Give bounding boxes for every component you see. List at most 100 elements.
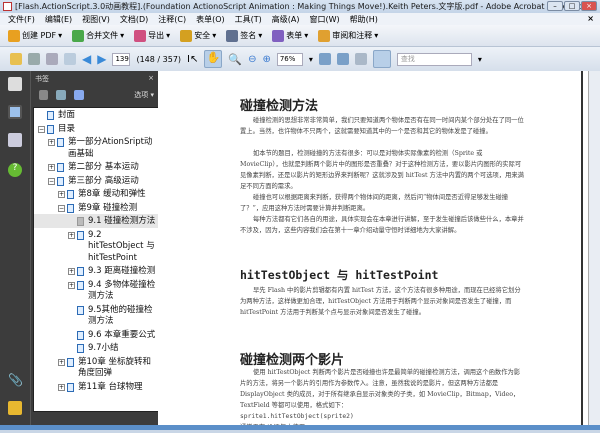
minimize-button[interactable]: – <box>547 1 563 11</box>
document-scrollbar[interactable] <box>588 71 600 425</box>
bookmark-icon <box>47 124 54 134</box>
bookmark-item[interactable]: +9.2 hitTestObject 与 hitTestPoint <box>34 228 168 265</box>
bookmark-item[interactable]: 9.5其他的碰撞检测方法 <box>34 303 168 328</box>
dropdown-icon: ▾ <box>304 31 309 40</box>
continuous-view-icon[interactable] <box>354 53 367 65</box>
find-input[interactable]: 查找 <box>396 52 472 66</box>
menu-item[interactable]: 高级(A) <box>272 14 300 25</box>
expand-toggle[interactable]: + <box>58 191 65 198</box>
find-dropdown-icon[interactable]: ▾ <box>478 55 482 64</box>
previous-page-button[interactable]: ◀ <box>82 52 91 66</box>
bookmark-icon <box>77 217 84 226</box>
expand-toggle[interactable]: + <box>58 358 65 366</box>
toolbar-button[interactable]: 合并文件 ▾ <box>72 29 124 42</box>
signatures-icon[interactable] <box>8 133 22 147</box>
expand-bookmark-icon[interactable] <box>74 90 84 100</box>
dropdown-icon: ▾ <box>212 31 217 40</box>
expand-toggle[interactable]: + <box>48 164 55 171</box>
menu-item[interactable]: 窗口(W) <box>310 14 340 25</box>
bookmark-item[interactable]: +9.3 距离碰撞检测 <box>34 264 168 278</box>
panel-close-button[interactable]: × <box>148 74 154 82</box>
delete-bookmark-icon[interactable] <box>39 90 48 100</box>
save-icon[interactable] <box>46 53 58 65</box>
toolbar-button-label: 导出 <box>148 31 165 40</box>
maximize-button[interactable]: □ <box>564 1 580 11</box>
select-tool-icon[interactable]: I↖ <box>187 54 198 65</box>
new-bookmark-icon[interactable] <box>56 90 66 100</box>
zoom-level-input[interactable]: 76% <box>276 52 303 66</box>
menu-item[interactable]: 注释(C) <box>158 14 186 25</box>
attachments-icon[interactable]: 📎 <box>8 373 23 387</box>
menu-item[interactable]: 视图(V) <box>82 14 110 25</box>
menu-item[interactable]: 编辑(E) <box>45 14 72 25</box>
fit-page-icon[interactable] <box>318 53 331 65</box>
bookmark-item[interactable]: + 第一部分AtionSript动画基础 <box>34 135 168 160</box>
toolbar-button[interactable]: 安全 ▾ <box>180 29 217 42</box>
bookmark-item[interactable]: − 第三部分 高级运动 <box>34 174 168 188</box>
bookmark-item[interactable]: 9.1 碰撞检测方法 <box>34 214 168 228</box>
open-icon[interactable] <box>10 53 22 65</box>
zoom-tool-icon[interactable]: 🔍 <box>228 53 242 66</box>
dropdown-icon: ▾ <box>374 31 379 40</box>
help-icon[interactable]: ? <box>8 163 22 177</box>
expand-toggle[interactable]: − <box>38 125 45 133</box>
next-page-button[interactable]: ▶ <box>97 52 106 66</box>
bookmark-label: 第三部分 高级运动 <box>68 175 139 186</box>
bookmark-item[interactable]: + 第二部分 基本运动 <box>34 160 168 174</box>
close-button[interactable]: × <box>581 1 597 11</box>
expand-toggle[interactable]: + <box>68 231 75 239</box>
toolbar-button[interactable]: 表单 ▾ <box>272 29 309 42</box>
toolbar-button[interactable]: 导出 ▾ <box>134 29 171 42</box>
menu-item[interactable]: 工具(T) <box>235 14 262 25</box>
paragraph: 碰撞也可以根据距离来判断，获得两个物体间的距离，然后问“物体间是否近得足够发生碰… <box>240 194 509 212</box>
expand-toggle[interactable]: + <box>48 139 55 146</box>
menu-item[interactable]: 表单(O) <box>196 14 225 25</box>
fit-width-icon[interactable] <box>336 53 349 65</box>
page-number-input[interactable]: 139 <box>112 52 131 66</box>
pages-icon[interactable] <box>8 77 22 91</box>
expand-toggle[interactable]: − <box>58 204 65 212</box>
heading: 碰撞检测两个影片 <box>240 353 345 368</box>
toolbar-button[interactable]: 审阅和注释 ▾ <box>318 29 379 42</box>
zoom-dropdown-icon[interactable]: ▾ <box>309 55 313 64</box>
comments-icon[interactable] <box>8 401 22 415</box>
menu-item[interactable]: 帮助(H) <box>350 14 378 25</box>
email-icon[interactable] <box>64 53 76 65</box>
bookmark-item[interactable]: 封面 <box>34 108 168 122</box>
expand-toggle[interactable]: + <box>58 383 65 391</box>
navigation-strip: ? 📎 <box>0 71 30 425</box>
bookmark-icon <box>77 230 84 240</box>
expand-toggle[interactable]: + <box>68 268 75 275</box>
bookmark-item[interactable]: − 第9章 碰撞检测 <box>34 201 168 215</box>
bookmark-item[interactable]: + 第10章 坐标旋转和角度回弹 <box>34 355 168 380</box>
bookmark-icon <box>67 203 74 213</box>
toolbar-button[interactable]: 创建 PDF ▾ <box>8 29 62 42</box>
toolbar-icon <box>134 29 147 42</box>
bookmark-item[interactable]: 9.7小结 <box>34 341 168 355</box>
paragraph: 每种方法都有它们各自的用途，具体实现会在本章进行讲解，至于发生碰撞后该做些什么，… <box>240 216 524 234</box>
bookmark-item[interactable]: − 目录 <box>34 122 168 136</box>
toolbar-button[interactable]: 签名 ▾ <box>226 29 262 42</box>
title-bar: [Flash.ActionScript.3.0动画教程].(Foundation… <box>0 0 600 13</box>
zoom-in-button[interactable]: ⊕ <box>262 54 270 65</box>
expand-toggle[interactable]: − <box>48 177 55 185</box>
bookmark-item[interactable]: + 第11章 台球物理 <box>34 380 168 394</box>
taskbar <box>0 425 600 430</box>
bookmark-label: 9.1 碰撞检测方法 <box>88 216 156 226</box>
bookmarks-icon[interactable] <box>8 105 22 119</box>
options-menu[interactable]: 选项 ▾ <box>134 90 154 100</box>
single-page-view-icon[interactable] <box>372 50 391 68</box>
bookmark-item[interactable]: +9.4 多物体碰撞检测方法 <box>34 278 168 303</box>
doc-close-button[interactable]: × <box>587 14 594 23</box>
menu-item[interactable]: 文档(D) <box>120 14 148 25</box>
bookmark-icon <box>77 280 84 290</box>
expand-toggle[interactable]: + <box>68 281 75 289</box>
hand-tool-icon[interactable]: ✋ <box>204 50 223 68</box>
zoom-out-button[interactable]: ⊖ <box>248 54 256 65</box>
bookmark-icon <box>47 111 54 120</box>
menu-item[interactable]: 文件(F) <box>8 14 35 25</box>
dropdown-icon: ▾ <box>166 31 171 40</box>
bookmark-item[interactable]: 9.6 本章重要公式 <box>34 328 168 342</box>
print-icon[interactable] <box>28 53 40 65</box>
bookmark-item[interactable]: + 第8章 缓动和弹性 <box>34 187 168 201</box>
